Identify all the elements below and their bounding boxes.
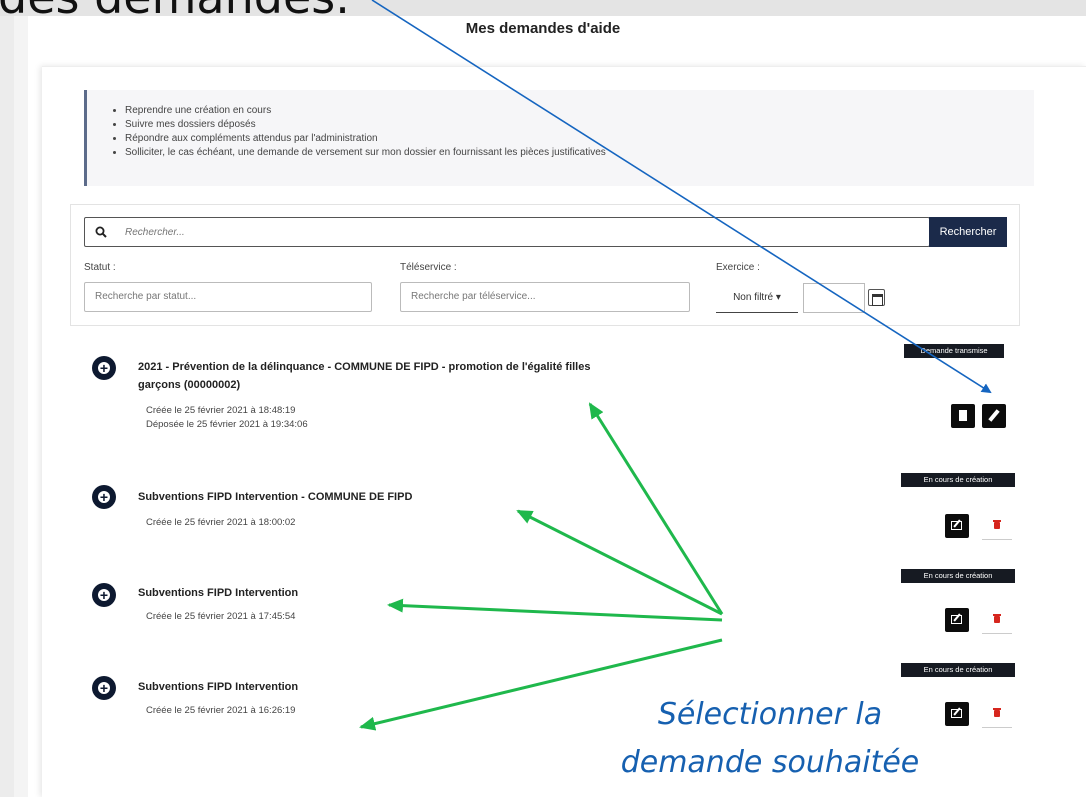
edit-icon [951,615,962,624]
edit-request-button[interactable] [982,404,1006,428]
edit-request-button[interactable] [945,514,969,538]
expand-icon[interactable] [92,356,116,380]
year-label: Exercice : [716,262,760,273]
search-bar[interactable] [84,217,930,247]
trash-icon[interactable] [982,702,1012,728]
search-button[interactable]: Rechercher [929,217,1007,247]
calendar-icon[interactable] [868,289,885,306]
request-created: Créée le 25 février 2021 à 18:00:02 [146,517,296,528]
expand-icon[interactable] [92,583,116,607]
left-gutter-inner [14,16,28,797]
page-title: Mes demandes d'aide [465,20,621,37]
request-created: Créée le 25 février 2021 à 17:45:54 [146,611,296,622]
info-item: Solliciter, le cas échéant, une demande … [125,146,606,160]
view-document-button[interactable] [951,404,975,428]
callout-line-2: demande souhaitée [620,745,920,780]
trash-icon[interactable] [982,608,1012,634]
status-badge: En cours de création [901,473,1015,487]
request-title[interactable]: 2021 - Prévention de la délinquance - CO… [138,358,590,376]
info-box: Reprendre une création en cours Suivre m… [84,90,1034,186]
expand-icon[interactable] [92,485,116,509]
teleservice-label: Téléservice : [400,262,457,273]
request-created: Créée le 25 février 2021 à 16:26:19 [146,705,296,716]
callout-line-1: Sélectionner la [657,697,883,732]
request-title[interactable]: Subventions FIPD Intervention [138,678,298,696]
teleservice-filter-input[interactable]: Recherche par téléservice... [400,282,690,312]
request-created: Créée le 25 février 2021 à 18:48:19 [146,405,296,416]
trash-icon[interactable] [982,514,1012,540]
status-label: Statut : [84,262,116,273]
status-badge: Demande transmise [904,344,1004,358]
chevron-down-icon: ▾ [775,292,781,303]
left-gutter [0,16,14,797]
status-filter-input[interactable]: Recherche par statut... [84,282,372,312]
info-item: Reprendre une création en cours [125,104,606,118]
document-icon [959,410,967,421]
expand-icon[interactable] [92,676,116,700]
edit-icon [951,709,962,718]
request-title[interactable]: Subventions FIPD Intervention [138,584,298,602]
request-title-continued[interactable]: garçons (00000002) [138,376,240,394]
year-input[interactable] [803,283,865,313]
year-select-value: Non filtré [733,292,774,303]
status-badge: En cours de création [901,569,1015,583]
year-select[interactable]: Non filtré ▾ [716,283,798,313]
edit-request-button[interactable] [945,702,969,726]
status-badge: En cours de création [901,663,1015,677]
request-title[interactable]: Subventions FIPD Intervention - COMMUNE … [138,488,412,506]
info-list: Reprendre une création en cours Suivre m… [117,104,606,160]
info-item: Suivre mes dossiers déposés [125,118,606,132]
pencil-icon [988,409,1000,422]
request-submitted: Déposée le 25 février 2021 à 19:34:06 [146,419,308,430]
edit-request-button[interactable] [945,608,969,632]
edit-icon [951,521,962,530]
search-input[interactable] [125,223,905,241]
search-icon [95,226,107,238]
info-item: Répondre aux compléments attendus par l'… [125,132,606,146]
